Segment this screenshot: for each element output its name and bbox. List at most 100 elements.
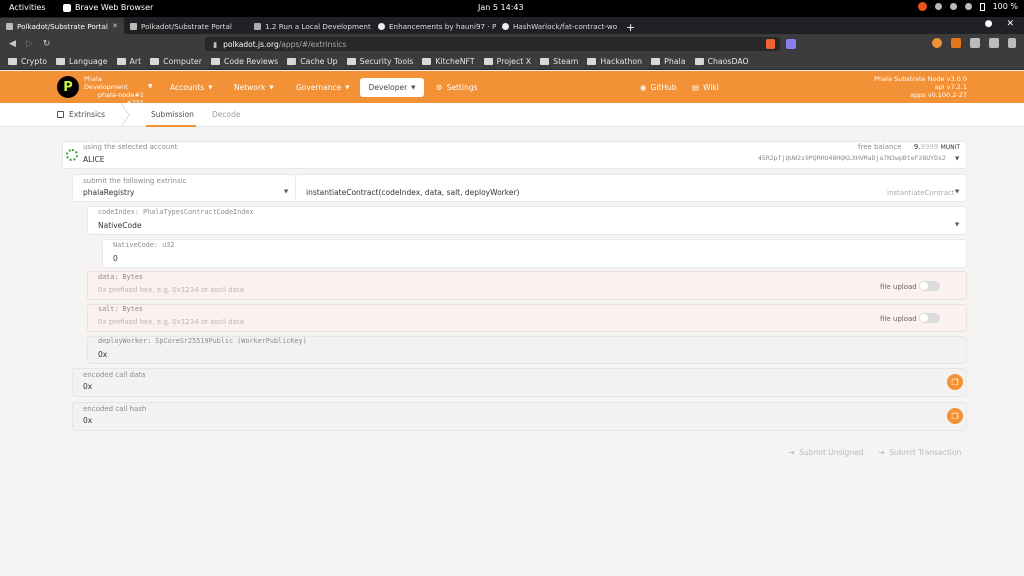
balance-dec: 9999 — [920, 143, 939, 151]
chevron-down-icon[interactable]: ▼ — [955, 189, 959, 195]
menu-settings[interactable]: ⚙ Settings — [426, 78, 488, 97]
code-index-value: NativeCode — [98, 221, 142, 230]
param-label: deployWorker: SpCoreSr25519Public (Worke… — [98, 337, 307, 345]
bookmark-folder[interactable]: Steam — [540, 57, 578, 66]
tab-title: HashWarlock/fat-contract-wo — [513, 21, 618, 31]
deploy-worker-input[interactable]: 0x — [98, 350, 107, 359]
account-name: ALICE — [83, 155, 105, 164]
native-code-param[interactable] — [102, 239, 967, 268]
brave-shield-icon[interactable] — [766, 39, 775, 49]
copy-icon[interactable]: ❐ — [947, 374, 963, 390]
sign-in-icon: ⇥ — [788, 448, 795, 457]
browser-tab[interactable]: HashWarlock/fat-contract-wo — [496, 18, 620, 34]
folder-icon — [287, 58, 297, 65]
puzzle-icon[interactable] — [970, 38, 980, 48]
metamask-icon[interactable] — [951, 38, 961, 48]
new-tab-button[interactable]: + — [626, 21, 635, 34]
wallet-icon[interactable] — [989, 38, 999, 48]
browser-tab[interactable]: Polkadot/Substrate Portal ✕ — [0, 18, 124, 34]
bookmark-folder[interactable]: Art — [116, 57, 141, 66]
bookmark-folder[interactable]: Cache Up — [287, 57, 338, 66]
file-upload-toggle[interactable] — [919, 313, 940, 323]
folder-icon — [694, 58, 704, 65]
encoded-data-label: encoded call data — [83, 371, 146, 379]
caret-down-icon: ▼ — [345, 84, 350, 91]
forward-icon[interactable]: ▷ — [21, 39, 38, 49]
account-identicon — [66, 149, 78, 161]
url-bar[interactable]: ▮ polkadot.js.org/apps/#/extrinsics — [205, 37, 780, 51]
wifi-icon — [949, 3, 957, 10]
menu-governance[interactable]: Governance ▼ — [286, 78, 359, 97]
folder-icon — [8, 58, 17, 65]
menu-developer[interactable]: Developer ▼ — [360, 78, 424, 97]
browser-tab[interactable]: Polkadot/Substrate Portal — [124, 18, 248, 34]
call-short: instantiateContract — [887, 189, 955, 197]
bookmark-folder[interactable]: Crypto — [8, 57, 47, 66]
tab-title: 1.2 Run a Local Development N — [265, 21, 372, 31]
encoded-data-value: 0x — [83, 382, 93, 391]
close-tab-icon[interactable]: ✕ — [112, 22, 118, 30]
brave-rewards-icon[interactable] — [786, 39, 796, 49]
folder-icon — [56, 58, 66, 65]
address-toolbar: ◀ ▷ ↻ ▮ polkadot.js.org/apps/#/extrinsic… — [0, 34, 1024, 54]
bookmark-folder[interactable]: Computer — [150, 57, 202, 66]
menu-icon[interactable] — [1008, 38, 1016, 48]
active-tab-indicator — [146, 125, 196, 127]
menu-network[interactable]: Network ▼ — [224, 78, 284, 97]
link-wiki[interactable]: ▤ Wiki — [682, 78, 729, 97]
balance-label: free balance 9.9999 MUNIT — [858, 143, 961, 151]
close-window-icon[interactable]: ✕ — [1006, 19, 1014, 29]
system-tray[interactable]: 100 % — [917, 2, 1018, 11]
minimize-icon[interactable]: ● — [985, 19, 993, 29]
submit-transaction-button[interactable]: ⇥ Submit Transaction — [878, 448, 961, 457]
menu-accounts[interactable]: Accounts ▼ — [160, 78, 222, 97]
salt-input[interactable]: 0x prefixed hex, e.g. 0x1234 or ascii da… — [98, 318, 244, 326]
folder-icon — [422, 58, 432, 65]
folder-icon — [346, 58, 356, 65]
polkadot-favicon-icon — [6, 22, 13, 30]
folder-icon — [210, 58, 220, 65]
tab-decode[interactable]: Decode — [212, 110, 240, 119]
chevron-down-icon[interactable]: ▼ — [955, 156, 959, 162]
bookmarks-bar: Crypto Language Art Computer Code Review… — [0, 54, 1024, 70]
phala-logo-icon: P — [57, 76, 79, 98]
bookmark-folder[interactable]: KitcheNFT — [422, 57, 475, 66]
data-input[interactable]: 0x prefixed hex, e.g. 0x1234 or ascii da… — [98, 286, 244, 294]
bookmark-folder[interactable]: Project X — [483, 57, 531, 66]
ubuntu-icon — [917, 2, 927, 11]
browser-tab[interactable]: Enhancements by hauni97 · P — [372, 18, 496, 34]
extension-icon[interactable] — [932, 38, 942, 48]
system-top-bar: Activities Brave Web Browser Jan 5 14:43… — [0, 0, 1024, 17]
chevron-down-icon[interactable]: ▼ — [148, 83, 153, 90]
bookmark-folder[interactable]: ChaosDAO — [694, 57, 749, 66]
activities-button[interactable]: Activities — [9, 3, 46, 12]
copy-icon[interactable]: ❐ — [947, 408, 963, 424]
bookmark-folder[interactable]: Phala — [651, 57, 686, 66]
bookmark-folder[interactable]: Code Reviews — [210, 57, 278, 66]
tab-submission[interactable]: Submission — [151, 110, 194, 119]
bookmark-folder[interactable]: Hackathon — [587, 57, 642, 66]
brave-icon — [63, 3, 71, 12]
folder-icon — [483, 58, 493, 65]
file-upload-toggle[interactable] — [919, 281, 940, 291]
submit-unsigned-button[interactable]: ⇥ Submit Unsigned — [788, 448, 863, 457]
browser-tab[interactable]: 1.2 Run a Local Development N — [248, 18, 372, 34]
folder-icon — [150, 58, 160, 65]
reload-icon[interactable]: ↻ — [38, 39, 55, 49]
app-header: P Phala Development phala-node#1 #721 ▼ … — [0, 71, 1024, 107]
clock[interactable]: Jan 5 14:43 — [478, 3, 524, 12]
chevron-down-icon[interactable]: ▼ — [284, 189, 288, 195]
bookmark-folder[interactable]: Security Tools — [346, 57, 413, 66]
tab-title: Polkadot/Substrate Portal — [141, 21, 232, 31]
link-github[interactable]: ◉ GitHub — [630, 78, 687, 97]
book-icon: ▤ — [692, 83, 700, 92]
app-menu[interactable]: Brave Web Browser — [63, 3, 153, 12]
app-name: Brave Web Browser — [75, 3, 154, 12]
bookmark-folder[interactable]: Language — [56, 57, 108, 66]
battery-level: 100 % — [992, 2, 1018, 11]
chevron-down-icon[interactable]: ▼ — [955, 222, 959, 228]
back-icon[interactable]: ◀ — [4, 39, 21, 49]
url-host: polkadot.js.org — [223, 39, 279, 49]
encoded-hash-value: 0x — [83, 416, 93, 425]
pallet-value: phalaRegistry — [83, 188, 135, 197]
